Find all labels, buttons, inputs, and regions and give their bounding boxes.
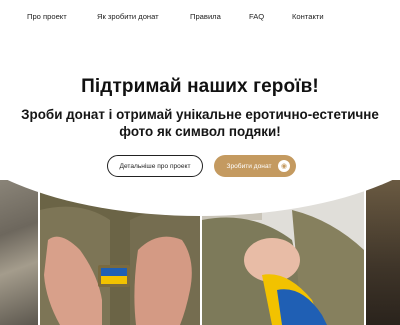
donate-button-label: Зробити донат [226, 162, 272, 170]
hero-subtitle: Зроби донат і отримай унікальне еротично… [0, 106, 400, 140]
nav-link-rules[interactable]: Правила [190, 12, 221, 21]
nav-link-faq[interactable]: FAQ [249, 12, 264, 21]
photo-soldier-right [366, 180, 400, 325]
photo-strip [0, 180, 400, 325]
top-nav: Про проект Як зробити донат Правила FAQ … [0, 12, 400, 28]
hero-subtitle-line1: Зроби донат і отримай унікальне еротично… [21, 107, 379, 122]
nav-link-about[interactable]: Про проект [27, 12, 67, 21]
page-title: Підтримай наших героїв! [81, 76, 319, 97]
nav-link-how-to-donate[interactable]: Як зробити донат [97, 12, 159, 21]
nav-link-contacts[interactable]: Контакти [292, 12, 324, 21]
details-button[interactable]: Детальніше про проект [107, 155, 203, 177]
coin-icon: ◉ [278, 160, 290, 172]
donate-button[interactable]: Зробити донат ◉ [214, 155, 296, 177]
hero-subtitle-line2: фото як символ подяки! [119, 124, 281, 139]
photo-soldier-left [0, 180, 38, 325]
